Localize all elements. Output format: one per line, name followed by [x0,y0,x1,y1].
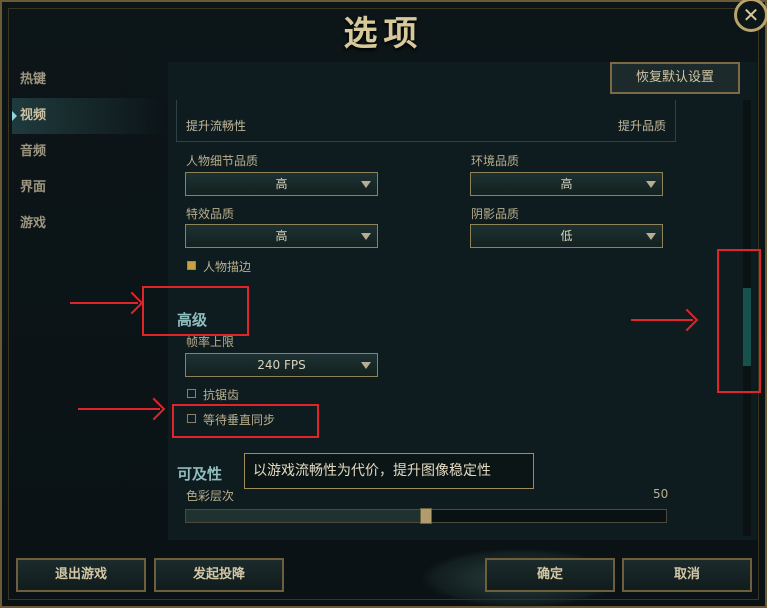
restore-defaults-button[interactable]: 恢复默认设置 [610,62,740,94]
annotation-box-scrollbar [717,249,761,393]
shadow-quality-label: 阴影品质 [471,207,520,221]
color-depth-handle[interactable] [420,508,432,524]
character-outline-checkbox[interactable] [187,261,196,270]
annotation-arrow-right-icon [78,408,160,410]
annotation-box-vsync [172,404,319,438]
sidebar-item-video[interactable]: 视频 [12,98,162,134]
antialiasing-checkbox[interactable] [187,389,196,398]
sidebar: 热键 视频 音频 界面 游戏 [12,62,162,242]
cancel-button[interactable]: 取消 [622,558,752,592]
chevron-down-icon [361,233,371,240]
sidebar-item-hotkeys[interactable]: 热键 [12,62,162,98]
effects-quality-value: 高 [275,229,288,243]
character-outline-label: 人物描边 [203,260,252,274]
window-title: 选项 [343,14,424,54]
chevron-down-icon [646,233,656,240]
effects-quality-select[interactable]: 高 [185,224,378,248]
exit-game-button[interactable]: 退出游戏 [16,558,146,592]
shadow-quality-value: 低 [560,229,573,243]
sidebar-item-audio[interactable]: 音频 [12,134,162,170]
close-icon[interactable]: ✕ [734,0,767,32]
color-depth-label: 色彩层次 [186,489,235,503]
antialiasing-label: 抗锯齿 [203,388,240,402]
annotation-arrow-right-icon [631,319,693,321]
ok-button[interactable]: 确定 [485,558,615,592]
character-quality-value: 高 [275,177,288,191]
vsync-tooltip: 以游戏流畅性为代价，提升图像稳定性 [244,453,534,489]
framerate-cap-value: 240 FPS [257,358,306,372]
color-depth-slider[interactable] [185,508,667,524]
chevron-down-icon [361,362,371,369]
preset-quality-label: 提升品质 [617,119,666,133]
environment-quality-select[interactable]: 高 [470,172,663,196]
annotation-arrow-right-icon [70,302,138,304]
accessibility-heading: 可及性 [177,465,223,483]
chevron-down-icon [646,181,656,188]
character-quality-label: 人物细节品质 [186,154,259,168]
sidebar-item-interface[interactable]: 界面 [12,170,162,206]
chevron-down-icon [361,181,371,188]
environment-quality-label: 环境品质 [471,154,520,168]
annotation-box-advanced [142,286,249,336]
surrender-button[interactable]: 发起投降 [154,558,284,592]
sidebar-item-game[interactable]: 游戏 [12,206,162,242]
color-depth-fill [186,510,426,522]
quality-preset-slider[interactable]: 提升流畅性 提升品质 [176,100,676,142]
environment-quality-value: 高 [560,177,573,191]
effects-quality-label: 特效品质 [186,207,235,221]
preset-performance-label: 提升流畅性 [186,119,247,133]
shadow-quality-select[interactable]: 低 [470,224,663,248]
color-depth-value: 50 [653,487,669,501]
framerate-cap-select[interactable]: 240 FPS [185,353,378,377]
character-quality-select[interactable]: 高 [185,172,378,196]
